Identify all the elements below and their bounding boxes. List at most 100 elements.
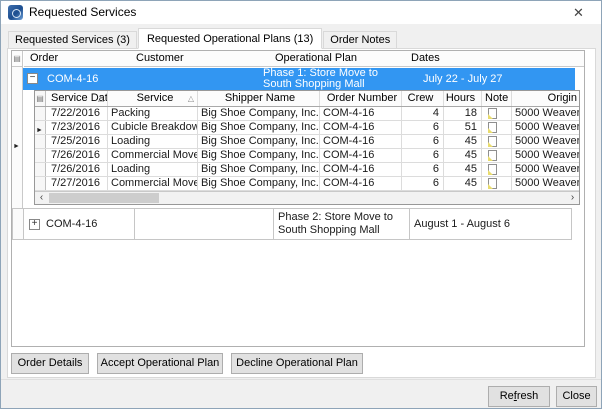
row-indicator — [35, 149, 46, 162]
cell-note[interactable] — [482, 121, 512, 134]
decline-operational-plan-button[interactable]: Decline Operational Plan — [231, 353, 363, 374]
grid-selector-icon[interactable]: ▤ — [12, 51, 22, 67]
service-row-current[interactable]: ► 7/23/2016 Cubicle Breakdown Big Shoe C… — [35, 121, 579, 135]
group-row-phase2-collapsed[interactable]: + COM-4-16 Phase 2: Store Move to South … — [12, 208, 572, 240]
column-header-dates[interactable]: Dates — [411, 51, 440, 66]
cell-note[interactable] — [482, 135, 512, 148]
row-indicator — [35, 177, 46, 190]
cell-service: Commercial Move — [108, 177, 198, 190]
scroll-right-icon[interactable]: › — [566, 192, 579, 204]
cell-shipper-name: Big Shoe Company, Inc., — [198, 163, 320, 176]
column-header-service-date[interactable]: Service Date△ — [46, 91, 108, 106]
scroll-left-icon[interactable]: ‹ — [35, 192, 48, 204]
current-row-arrow-icon: ► — [13, 143, 20, 150]
note-icon[interactable] — [488, 178, 497, 189]
cell-origin: 5000 Weaver Park Ro — [512, 149, 579, 162]
cell-shipper-name: Big Shoe Company, Inc., — [198, 107, 320, 120]
service-row[interactable]: 7/26/2016 Loading Big Shoe Company, Inc.… — [35, 163, 579, 177]
tab-requested-operational-plans[interactable]: Requested Operational Plans (13) — [138, 28, 322, 49]
group-dates-value: July 22 - July 27 — [423, 68, 502, 90]
cell-service-date: 7/22/2016 — [46, 107, 108, 120]
cell-hours: 45 — [444, 163, 482, 176]
cell-shipper-name: Big Shoe Company, Inc., — [198, 121, 320, 134]
tab-page-operational-plans: ▤ ► Order Customer Operational Plan Date… — [7, 48, 596, 378]
cell-note[interactable] — [482, 163, 512, 176]
cell-crew: 6 — [402, 163, 444, 176]
row-indicator — [35, 135, 46, 148]
cell-service: Commercial Move — [108, 149, 198, 162]
column-header-operational-plan[interactable]: Operational Plan — [275, 51, 357, 66]
expand-icon[interactable]: + — [29, 219, 40, 230]
cell-note[interactable] — [482, 149, 512, 162]
services-detail-grid: ▤ Service Date△ Service△ Shipper Name Or… — [34, 90, 580, 205]
group-order-value: COM-4-16 — [46, 209, 97, 239]
note-icon[interactable] — [488, 164, 497, 175]
note-icon[interactable] — [488, 150, 497, 161]
cell-service: Cubicle Breakdown — [108, 121, 198, 134]
cell-service: Loading — [108, 135, 198, 148]
cell-origin: 5000 Weaver Park Ro — [512, 177, 579, 190]
cell-crew: 6 — [402, 177, 444, 190]
cell-shipper-name: Big Shoe Company, Inc., — [198, 149, 320, 162]
column-header-order[interactable]: Order — [30, 51, 58, 66]
column-header-origin[interactable]: Origin — [512, 91, 579, 106]
service-row[interactable]: 7/22/2016 Packing Big Shoe Company, Inc.… — [35, 107, 579, 121]
cell-order-number: COM-4-16 — [320, 135, 402, 148]
cell-service-date: 7/26/2016 — [46, 163, 108, 176]
row-indicator: ► — [35, 121, 46, 134]
sort-ascending-icon: △ — [98, 91, 104, 106]
note-icon[interactable] — [488, 122, 497, 133]
dialog-footer: Refresh Close — [1, 379, 601, 408]
cell-service: Loading — [108, 163, 198, 176]
cell-order-number: COM-4-16 — [320, 149, 402, 162]
group-row-phase1-selected[interactable]: − COM-4-16 Phase 1: Store Move to South … — [23, 68, 575, 90]
service-row[interactable]: 7/27/2016 Commercial Move Big Shoe Compa… — [35, 177, 579, 191]
note-icon[interactable] — [488, 108, 497, 119]
group-order-cell: + COM-4-16 — [24, 209, 135, 239]
cell-crew: 4 — [402, 107, 444, 120]
order-details-button[interactable]: Order Details — [11, 353, 89, 374]
window-title: Requested Services — [29, 1, 136, 24]
column-header-order-number[interactable]: Order Number — [320, 91, 402, 106]
cell-origin: 5000 Weaver Park Ro — [512, 163, 579, 176]
column-header-hours[interactable]: Hours — [444, 91, 482, 106]
column-header-customer[interactable]: Customer — [136, 51, 184, 66]
window-close-icon[interactable]: ✕ — [556, 1, 601, 24]
tab-strip: Requested Services (3)Requested Operatio… — [8, 28, 398, 49]
group-order-value: COM-4-16 — [47, 68, 98, 90]
cell-origin: 5000 Weaver Park Ro — [512, 107, 579, 120]
refresh-button[interactable]: Refresh — [488, 386, 550, 407]
group-plan-value: Phase 1: Store Move to South Shopping Ma… — [263, 68, 409, 90]
accept-operational-plan-button[interactable]: Accept Operational Plan — [97, 353, 223, 374]
collapse-icon[interactable]: − — [27, 73, 38, 84]
cell-service-date: 7/23/2016 — [46, 121, 108, 134]
cell-service-date: 7/27/2016 — [46, 177, 108, 190]
cell-order-number: COM-4-16 — [320, 163, 402, 176]
master-grid-header: Order Customer Operational Plan Dates — [24, 51, 584, 67]
service-row[interactable]: 7/25/2016 Loading Big Shoe Company, Inc.… — [35, 135, 579, 149]
column-header-service[interactable]: Service△ — [108, 91, 198, 106]
scrollbar-thumb[interactable] — [49, 193, 159, 203]
cell-hours: 51 — [444, 121, 482, 134]
cell-shipper-name: Big Shoe Company, Inc., — [198, 177, 320, 190]
refresh-label: Re — [500, 390, 514, 402]
grid-selector-icon[interactable]: ▤ — [35, 91, 46, 106]
cell-note[interactable] — [482, 107, 512, 120]
note-icon[interactable] — [488, 136, 497, 147]
service-row[interactable]: 7/26/2016 Commercial Move Big Shoe Compa… — [35, 149, 579, 163]
row-indicator — [35, 163, 46, 176]
column-header-shipper-name[interactable]: Shipper Name — [198, 91, 320, 106]
cell-note[interactable] — [482, 177, 512, 190]
horizontal-scrollbar[interactable]: ‹ › — [35, 191, 579, 204]
tab-order-notes[interactable]: Order Notes — [323, 31, 397, 49]
operational-plans-grid: ▤ ► Order Customer Operational Plan Date… — [11, 50, 585, 347]
cell-hours: 45 — [444, 149, 482, 162]
column-header-crew[interactable]: Crew — [402, 91, 444, 106]
sort-ascending-icon: △ — [188, 91, 194, 106]
cell-hours: 45 — [444, 135, 482, 148]
column-header-note[interactable]: Note — [482, 91, 512, 106]
tab-requested-services[interactable]: Requested Services (3) — [8, 31, 137, 49]
current-row-arrow-icon: ► — [36, 124, 43, 134]
row-indicator — [35, 107, 46, 120]
close-button[interactable]: Close — [556, 386, 597, 407]
